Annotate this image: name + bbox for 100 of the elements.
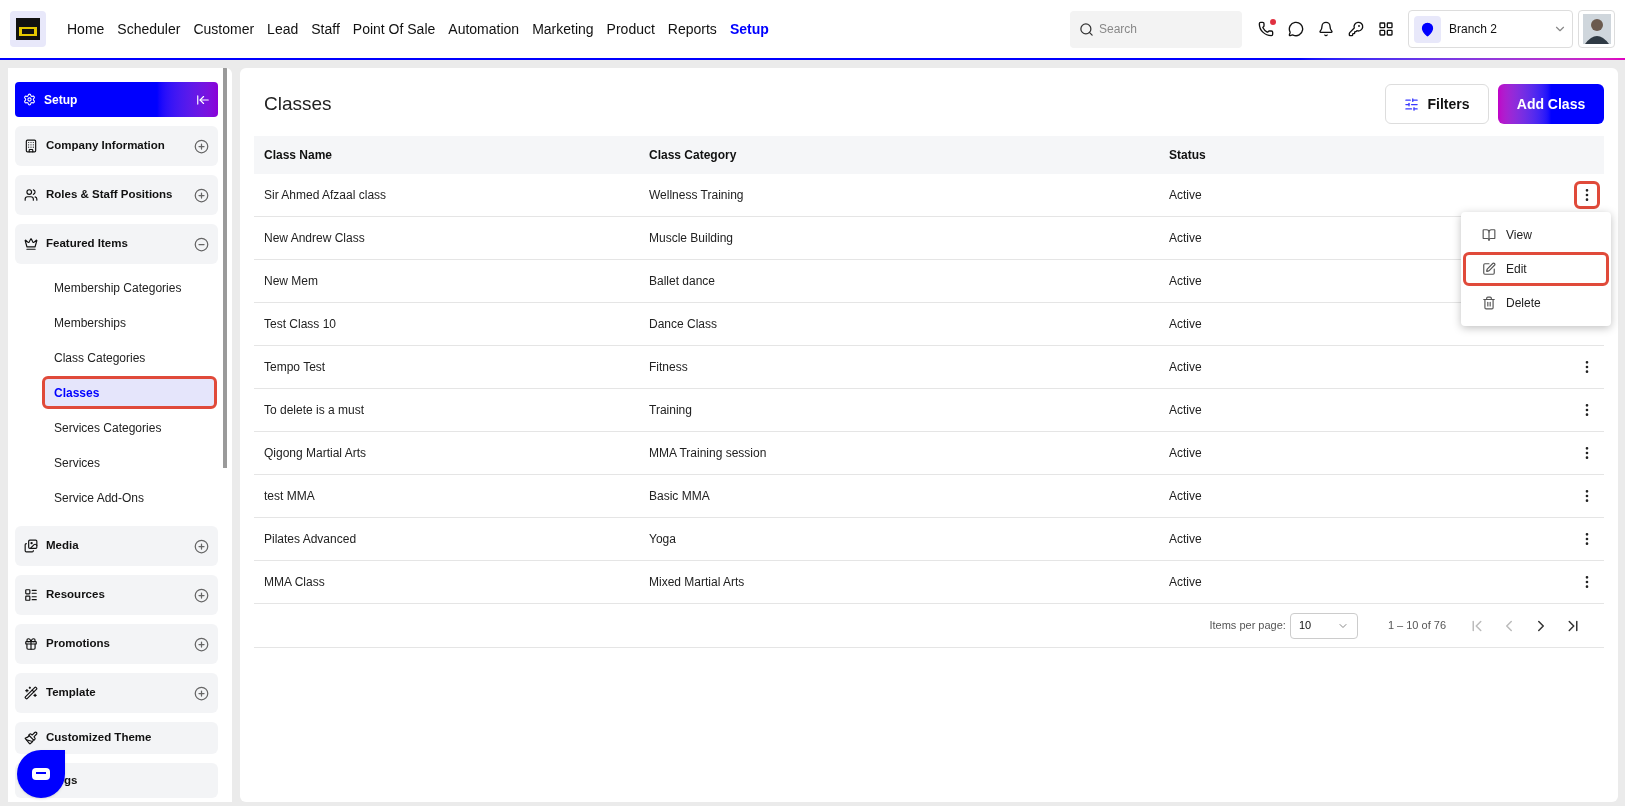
table-cell-text: Ballet dance	[649, 273, 716, 290]
table-cell-text: Test Class 10	[264, 316, 337, 333]
table-cell-text: Active	[1169, 445, 1202, 462]
collapse-icon[interactable]	[194, 236, 209, 252]
expand-icon[interactable]	[194, 138, 209, 154]
nav-link[interactable]: Point Of Sale	[352, 18, 436, 40]
filters-button[interactable]: Filters	[1385, 84, 1489, 124]
table-cell-text: Active	[1169, 574, 1202, 591]
list-icon	[24, 588, 38, 602]
table-cell-text: Active	[1169, 187, 1202, 204]
sidebar-section[interactable]: Roles & Staff Positions	[15, 175, 218, 215]
bell-icon[interactable]	[1318, 21, 1334, 37]
scrollbar[interactable]	[223, 68, 227, 468]
expand-icon[interactable]	[194, 685, 209, 701]
table-cell-text: To delete is a must	[264, 402, 365, 419]
expand-icon[interactable]	[194, 187, 209, 203]
app-logo[interactable]	[10, 11, 46, 47]
table-cell-text: MMA Class	[264, 574, 325, 591]
user-avatar[interactable]	[1578, 10, 1615, 48]
nav-link[interactable]: Scheduler	[117, 18, 181, 40]
table-cell-text: Wellness Training	[649, 187, 744, 204]
add-class-button[interactable]: Add Class	[1498, 84, 1604, 124]
table-cell-text: Dance Class	[649, 316, 718, 333]
table-cell-text: Active	[1169, 316, 1202, 333]
sidebar-item[interactable]: Membership Categories	[42, 271, 217, 304]
more-options-button[interactable]	[1574, 181, 1600, 209]
table-cell-text: Training	[649, 402, 692, 419]
sidebar-item[interactable]: Services	[42, 446, 217, 479]
table-cell-text: Active	[1169, 359, 1202, 376]
nav-link[interactable]: Marketing	[532, 18, 594, 40]
brush-icon	[24, 731, 38, 745]
book-icon	[1482, 228, 1496, 242]
trash-icon	[1482, 296, 1496, 310]
table-cell-text: Muscle Building	[649, 230, 734, 247]
chat-icon[interactable]	[1288, 21, 1304, 37]
sidebar-section[interactable]: Featured Items	[15, 224, 218, 264]
table-cell-text: Active	[1169, 531, 1202, 548]
column-header: Class Name	[263, 147, 334, 164]
gear-icon	[23, 93, 36, 106]
table-cell-text: Yoga	[649, 531, 676, 548]
expand-icon[interactable]	[194, 538, 209, 554]
table-cell-text: Basic MMA	[649, 488, 710, 505]
collapse-icon[interactable]	[196, 92, 210, 107]
column-header: Status	[1168, 147, 1207, 164]
nav-link[interactable]: Home	[67, 18, 105, 40]
branch-select[interactable]: Branch 2	[1408, 10, 1573, 48]
sidebar-item[interactable]: Memberships	[42, 306, 217, 339]
page-size-select[interactable]: 10	[1289, 612, 1358, 639]
building-icon	[24, 139, 38, 153]
nav-link[interactable]: Product	[606, 18, 655, 40]
table-cell-text: Active	[1169, 402, 1202, 419]
images-icon	[24, 539, 38, 553]
edit-icon	[1482, 262, 1496, 276]
table-cell-text: Fitness	[649, 359, 688, 376]
sidebar-section-label[interactable]: gs	[64, 771, 78, 790]
table-cell-text: Pilates Advanced	[264, 531, 357, 548]
table-cell-text: Active	[1169, 273, 1202, 290]
table-cell-text: MMA Training session	[649, 445, 767, 462]
expand-icon[interactable]	[194, 636, 209, 652]
sidebar-section[interactable]: Promotions	[15, 624, 218, 664]
nav-link[interactable]: Automation	[448, 18, 520, 40]
column-header: Class Category	[648, 147, 738, 164]
table-cell-text: Tempo Test	[264, 359, 326, 376]
key-icon[interactable]	[1348, 21, 1364, 37]
grid-icon[interactable]	[1378, 21, 1394, 37]
sidebar-item[interactable]: Service Add-Ons	[42, 481, 217, 514]
search-field[interactable]: Search	[1070, 10, 1242, 48]
message-icon	[32, 768, 50, 780]
table-cell-text: Active	[1169, 230, 1202, 247]
sidebar-item[interactable]: Classes	[42, 376, 217, 409]
nav-link[interactable]: Setup	[729, 18, 769, 40]
nav-link[interactable]: Customer	[193, 18, 255, 40]
menu-item[interactable]: View	[1463, 218, 1609, 252]
sidebar-section[interactable]: Template	[15, 673, 218, 713]
sidebar-item[interactable]: Class Categories	[42, 341, 217, 374]
page-title: Classes	[263, 91, 333, 116]
sidebar-item[interactable]: Services Categories	[42, 411, 217, 444]
expand-icon[interactable]	[194, 587, 209, 603]
sidebar-section[interactable]: Resources	[15, 575, 218, 615]
sidebar-section[interactable]: Customized Theme	[15, 722, 218, 754]
items-per-page-label: Items per page:	[1209, 618, 1286, 634]
wand-icon	[24, 686, 38, 700]
phone-icon[interactable]	[1258, 21, 1274, 37]
sliders-icon	[1404, 96, 1420, 112]
table-cell-text: Active	[1169, 488, 1202, 505]
menu-item[interactable]: Delete	[1463, 286, 1609, 320]
table-cell-text: New Mem	[264, 273, 318, 290]
table-cell-text: New Andrew Class	[264, 230, 365, 247]
sidebar-section[interactable]: Media	[15, 526, 218, 566]
table-cell-text: test MMA	[264, 488, 315, 505]
sidebar-section[interactable]: Company Information	[15, 126, 218, 166]
nav-link[interactable]: Staff	[311, 18, 340, 40]
table-cell-text: Sir Ahmed Afzaal class	[264, 187, 387, 204]
table-cell-text: Mixed Martial Arts	[649, 574, 745, 591]
nav-link[interactable]: Reports	[667, 18, 717, 40]
nav-link[interactable]: Lead	[267, 18, 299, 40]
search-icon	[1079, 21, 1094, 37]
gift-icon	[24, 637, 38, 651]
menu-item[interactable]: Edit	[1463, 252, 1609, 286]
users-icon	[24, 188, 38, 202]
